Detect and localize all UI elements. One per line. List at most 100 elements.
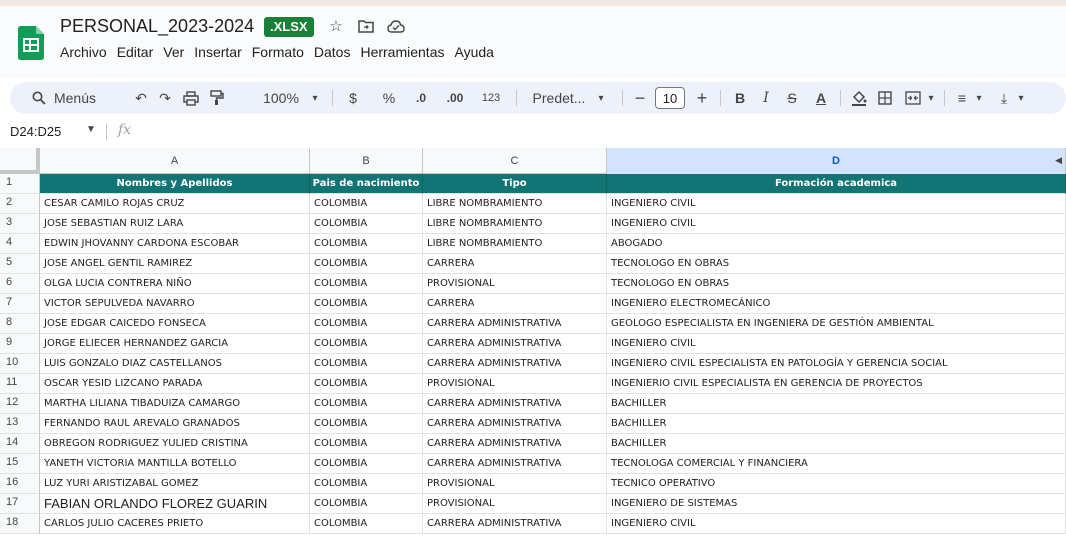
cell-type[interactable]: CARRERA (423, 294, 607, 314)
cell-education[interactable]: TECNOLOGO EN OBRAS (607, 254, 1066, 274)
valign-chevron-down-icon[interactable]: ▾ (1014, 82, 1028, 114)
row-number[interactable]: 12 (0, 394, 40, 414)
menu-ayuda[interactable]: Ayuda (454, 44, 499, 60)
search-menus-button[interactable]: Menús (24, 82, 104, 114)
cell-type[interactable]: LIBRE NOMBRAMIENTO (423, 194, 607, 214)
cell-country[interactable]: COLOMBIA (310, 334, 423, 354)
row-number[interactable]: 15 (0, 454, 40, 474)
cell-name[interactable]: FERNANDO RAUL AREVALO GRANADOS (40, 414, 310, 434)
cell-type[interactable]: CARRERA ADMINISTRATIVA (423, 434, 607, 454)
text-color-button[interactable]: A (810, 82, 832, 114)
cell-type[interactable]: CARRERA ADMINISTRATIVA (423, 514, 607, 534)
cell-name[interactable]: MARTHA LILIANA TIBADUIZA CAMARGO (40, 394, 310, 414)
name-box[interactable]: D24:D25 (10, 124, 61, 139)
cell-country[interactable]: COLOMBIA (310, 314, 423, 334)
vertical-align-icon[interactable]: ⤓ (994, 82, 1014, 114)
row-number[interactable]: 5 (0, 254, 40, 274)
cell-name[interactable]: LUZ YURI ARISTIZABAL GOMEZ (40, 474, 310, 494)
header-cell-type[interactable]: Tipo (423, 174, 607, 194)
cell-type[interactable]: CARRERA ADMINISTRATIVA (423, 334, 607, 354)
cell-name[interactable]: VICTOR SEPULVEDA NAVARRO (40, 294, 310, 314)
cell-education[interactable]: ABOGADO (607, 234, 1066, 254)
borders-icon[interactable] (874, 82, 896, 114)
currency-format-button[interactable]: $ (344, 82, 362, 114)
cell-education[interactable]: BACHILLER (607, 414, 1066, 434)
cell-country[interactable]: COLOMBIA (310, 414, 423, 434)
cell-country[interactable]: COLOMBIA (310, 474, 423, 494)
cell-name[interactable]: FABIAN ORLANDO FLOREZ GUARIN (40, 494, 310, 514)
column-header-c[interactable]: C (423, 148, 607, 174)
cell-education[interactable]: INGENIERO CIVIL (607, 194, 1066, 214)
cell-country[interactable]: COLOMBIA (310, 514, 423, 534)
cell-name[interactable]: CARLOS JULIO CACERES PRIETO (40, 514, 310, 534)
row-number[interactable]: 7 (0, 294, 40, 314)
align-chevron-down-icon[interactable]: ▾ (972, 82, 986, 114)
row-number[interactable]: 9 (0, 334, 40, 354)
cell-country[interactable]: COLOMBIA (310, 294, 423, 314)
header-cell-education[interactable]: Formación academica (607, 174, 1066, 194)
cell-type[interactable]: CARRERA ADMINISTRATIVA (423, 454, 607, 474)
cell-country[interactable]: COLOMBIA (310, 354, 423, 374)
cell-education[interactable]: INGENIERO CIVIL (607, 334, 1066, 354)
cell-education[interactable]: INGENIERO CIVIL (607, 214, 1066, 234)
menu-ver[interactable]: Ver (163, 44, 190, 60)
scroll-left-icon[interactable]: ◀ (1055, 155, 1062, 166)
cell-name[interactable]: YANETH VICTORIA MANTILLA BOTELLO (40, 454, 310, 474)
cell-country[interactable]: COLOMBIA (310, 194, 423, 214)
menu-insertar[interactable]: Insertar (194, 44, 247, 60)
cell-type[interactable]: CARRERA ADMINISTRATIVA (423, 394, 607, 414)
cell-country[interactable]: COLOMBIA (310, 214, 423, 234)
cell-type[interactable]: CARRERA (423, 254, 607, 274)
row-number[interactable]: 2 (0, 194, 40, 214)
menu-archivo[interactable]: Archivo (60, 44, 113, 60)
cell-education[interactable]: BACHILLER (607, 394, 1066, 414)
cell-name[interactable]: OLGA LUCIA CONTRERA NIÑO (40, 274, 310, 294)
row-number[interactable]: 16 (0, 474, 40, 494)
font-chevron-down-icon[interactable]: ▾ (594, 82, 608, 114)
header-cell-name[interactable]: Nombres y Apellidos (40, 174, 310, 194)
fill-color-icon[interactable] (848, 82, 870, 114)
row-number[interactable]: 6 (0, 274, 40, 294)
cell-country[interactable]: COLOMBIA (310, 254, 423, 274)
row-number[interactable]: 11 (0, 374, 40, 394)
column-header-b[interactable]: B (310, 148, 423, 174)
cell-education[interactable]: BACHILLER (607, 434, 1066, 454)
cell-country[interactable]: COLOMBIA (310, 394, 423, 414)
cell-name[interactable]: OBREGON RODRIGUEZ YULIED CRISTINA (40, 434, 310, 454)
cell-country[interactable]: COLOMBIA (310, 494, 423, 514)
cell-type[interactable]: PROVISIONAL (423, 494, 607, 514)
zoom-chevron-down-icon[interactable]: ▾ (308, 82, 322, 114)
cell-name[interactable]: JOSE ANGEL GENTIL RAMIREZ (40, 254, 310, 274)
row-number[interactable]: 13 (0, 414, 40, 434)
cell-name[interactable]: OSCAR YESID LIZCANO PARADA (40, 374, 310, 394)
merge-cells-icon[interactable] (902, 82, 924, 114)
percent-format-button[interactable]: % (380, 82, 398, 114)
cell-type[interactable]: PROVISIONAL (423, 274, 607, 294)
cell-country[interactable]: COLOMBIA (310, 454, 423, 474)
italic-button[interactable]: I (756, 82, 776, 114)
print-icon[interactable] (180, 82, 202, 114)
cell-type[interactable]: PROVISIONAL (423, 374, 607, 394)
increase-decimal-button[interactable]: .00 (442, 82, 468, 114)
cell-education[interactable]: INGENIERO DE SISTEMAS (607, 494, 1066, 514)
name-box-chevron-down-icon[interactable]: ▼ (86, 124, 96, 135)
undo-icon[interactable]: ↶ (130, 82, 152, 114)
cell-education[interactable]: INGENIERIO CIVIL ESPECIALISTA EN GERENCI… (607, 374, 1066, 394)
row-number[interactable]: 17 (0, 494, 40, 514)
menu-formato[interactable]: Formato (252, 44, 310, 60)
cell-country[interactable]: COLOMBIA (310, 434, 423, 454)
document-title[interactable]: PERSONAL_2023-2024 (60, 16, 254, 37)
row-number[interactable]: 8 (0, 314, 40, 334)
cell-education[interactable]: INGENIERO ELECTROMECÁNICO (607, 294, 1066, 314)
cell-name[interactable]: CESAR CAMILO ROJAS CRUZ (40, 194, 310, 214)
horizontal-align-icon[interactable]: ≡ (952, 82, 972, 114)
decrease-font-size-icon[interactable]: − (630, 82, 650, 114)
cell-type[interactable]: LIBRE NOMBRAMIENTO (423, 234, 607, 254)
cell-name[interactable]: LUIS GONZALO DIAZ CASTELLANOS (40, 354, 310, 374)
zoom-value[interactable]: 100% (258, 82, 304, 114)
paint-format-icon[interactable] (206, 82, 228, 114)
increase-font-size-icon[interactable]: + (692, 82, 712, 114)
strikethrough-icon[interactable]: S (782, 82, 802, 114)
row-number[interactable]: 14 (0, 434, 40, 454)
menu-editar[interactable]: Editar (117, 44, 160, 60)
